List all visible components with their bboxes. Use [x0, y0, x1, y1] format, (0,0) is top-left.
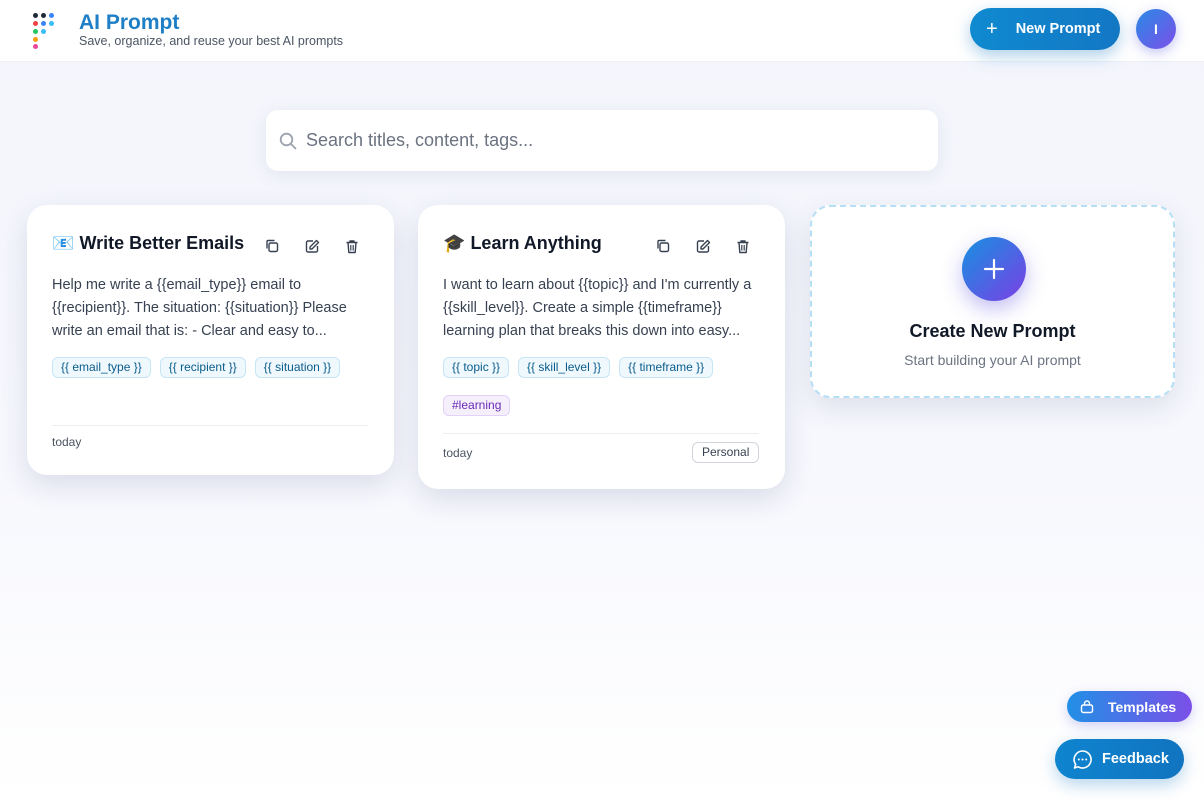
- prompt-card-date: today: [52, 435, 82, 449]
- variable-tag[interactable]: {{ email_type }}: [52, 357, 151, 378]
- app-header: AI Prompt Save, organize, and reuse your…: [0, 0, 1204, 62]
- trash-icon[interactable]: [343, 237, 361, 255]
- prompt-card-title-text: Write Better Emails: [79, 233, 245, 253]
- templates-button[interactable]: Templates: [1067, 691, 1192, 722]
- search-input[interactable]: [306, 124, 906, 156]
- app-subtitle: Save, organize, and reuse your best AI p…: [79, 34, 344, 48]
- copy-icon[interactable]: [654, 237, 672, 255]
- email-emoji-icon: 📧: [52, 233, 75, 253]
- prompt-card-title: 📧 Write Better Emails: [52, 233, 244, 254]
- variable-tag[interactable]: {{ timeframe }}: [619, 357, 714, 378]
- prompt-card-content: I want to learn about {{topic}} and I'm …: [443, 277, 752, 339]
- search-bar: [266, 110, 938, 171]
- templates-label: Templates: [1108, 698, 1177, 715]
- new-prompt-label: New Prompt: [1015, 21, 1101, 37]
- feedback-button[interactable]: Feedback: [1055, 739, 1184, 779]
- feedback-label: Feedback: [1102, 751, 1169, 767]
- chat-bubble-icon: [1072, 749, 1093, 770]
- variable-tag[interactable]: {{ recipient }}: [159, 357, 246, 378]
- logo-icon: [33, 13, 59, 49]
- edit-icon[interactable]: [303, 237, 321, 255]
- card-divider: [52, 425, 368, 426]
- graduation-cap-emoji-icon: 🎓: [443, 233, 466, 253]
- variable-tag[interactable]: {{ situation }}: [254, 357, 341, 378]
- prompt-card-title-text: Learn Anything: [470, 233, 602, 253]
- create-card-subtitle: Start building your AI prompt: [904, 352, 1081, 368]
- variable-tag[interactable]: {{ topic }}: [443, 357, 510, 378]
- variable-tag[interactable]: {{ skill_level }}: [518, 357, 611, 378]
- app-title: AI Prompt: [79, 11, 180, 34]
- create-new-prompt-card[interactable]: Create New Prompt Start building your AI…: [810, 205, 1175, 398]
- prompt-card[interactable]: 📧 Write Better Emails Help me write a {{…: [27, 205, 394, 475]
- user-avatar[interactable]: I: [1136, 9, 1176, 49]
- new-prompt-button[interactable]: + New Prompt: [970, 8, 1120, 50]
- create-card-title: Create New Prompt: [909, 321, 1076, 341]
- card-actions: [263, 237, 361, 255]
- trash-icon[interactable]: [734, 237, 752, 255]
- prompt-card-title: 🎓 Learn Anything: [443, 233, 602, 254]
- variable-tags: {{ email_type }} {{ recipient }} {{ situ…: [52, 357, 372, 378]
- prompt-card-content: Help me write a {{email_type}} email to …: [52, 277, 347, 339]
- prompt-card[interactable]: 🎓 Learn Anything I want to learn about {…: [418, 205, 785, 489]
- copy-icon[interactable]: [263, 237, 281, 255]
- card-divider: [443, 433, 759, 434]
- bag-icon: [1080, 699, 1094, 714]
- category-badge: Personal: [692, 442, 760, 463]
- plus-icon: [962, 237, 1026, 301]
- variable-tags: {{ topic }} {{ skill_level }} {{ timefra…: [443, 357, 763, 378]
- search-icon: [279, 132, 297, 150]
- card-actions: [654, 237, 752, 255]
- edit-icon[interactable]: [694, 237, 712, 255]
- hashtag-tags: #learning: [443, 395, 511, 416]
- hashtag-tag[interactable]: #learning: [443, 395, 511, 416]
- plus-icon: +: [986, 18, 998, 40]
- prompt-card-date: today: [443, 446, 473, 460]
